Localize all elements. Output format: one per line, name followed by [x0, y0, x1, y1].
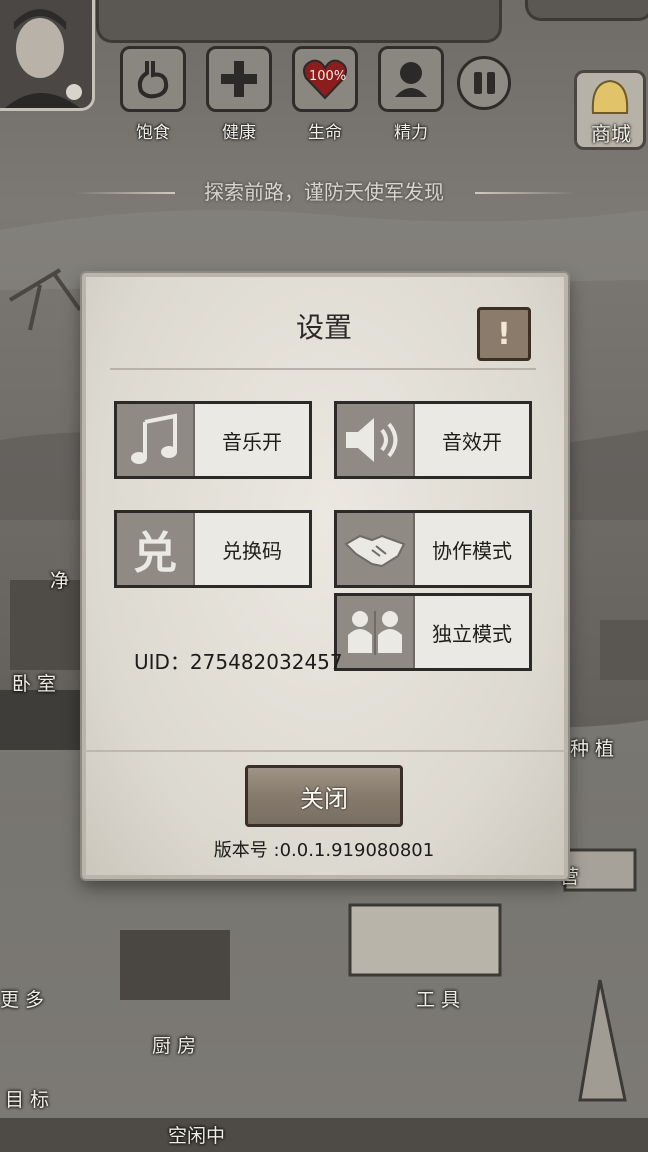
- survivor-portrait-icon: [0, 0, 92, 108]
- map-label-goals[interactable]: 目 标: [5, 1085, 49, 1112]
- top-resource-bar: [96, 0, 502, 43]
- settings-title: 设置: [295, 311, 352, 344]
- shop-label: 商城: [591, 122, 631, 146]
- music-toggle-button[interactable]: 音乐开: [114, 401, 312, 479]
- speaker-icon: [346, 418, 398, 462]
- hunger-label: 饱食: [136, 123, 170, 143]
- life-stat[interactable]: 100%: [292, 46, 358, 112]
- sound-toggle-label: 音效开: [442, 429, 502, 454]
- map-label-tools[interactable]: 工 具: [416, 985, 460, 1012]
- top-right-tab[interactable]: [525, 0, 648, 21]
- health-label: 健康: [222, 123, 256, 143]
- map-label-planting[interactable]: 种 植: [570, 734, 614, 761]
- map-label-idle: 空闲中: [168, 1125, 226, 1147]
- stomach-icon: [137, 61, 169, 99]
- energy-stat[interactable]: [378, 46, 444, 112]
- close-button[interactable]: 关闭: [245, 765, 403, 827]
- shell-icon: [591, 79, 629, 114]
- version-text: 版本号 :0.0.1.919080801: [213, 840, 435, 861]
- cross-icon: [221, 61, 257, 97]
- pause-button[interactable]: [457, 56, 511, 110]
- coop-mode-button[interactable]: 协作模式: [334, 510, 532, 588]
- map-label-purify[interactable]: 净: [50, 566, 69, 593]
- redeem-icon: 兑: [133, 528, 177, 579]
- player-portrait[interactable]: [0, 0, 95, 111]
- energy-label: 精力: [394, 123, 428, 143]
- hunger-stat[interactable]: [120, 46, 186, 112]
- person-icon: [395, 62, 427, 97]
- map-label-bedroom[interactable]: 卧 室: [12, 669, 56, 696]
- footer-divider: [82, 750, 568, 752]
- status-banner: 探索前路，谨防天使军发现: [204, 180, 444, 204]
- redeem-code-label: 兑换码: [222, 538, 282, 563]
- user-id-text: UID：275482032457: [134, 650, 343, 674]
- exclamation-icon: !: [497, 316, 511, 352]
- map-label-more[interactable]: 更 多: [0, 985, 44, 1012]
- music-toggle-label: 音乐开: [222, 429, 282, 454]
- life-value: 100%: [309, 69, 347, 84]
- info-button[interactable]: !: [477, 307, 531, 361]
- solo-mode-label: 独立模式: [432, 621, 512, 646]
- handshake-icon: [344, 534, 406, 568]
- solo-mode-button[interactable]: 独立模式: [334, 593, 532, 671]
- health-stat[interactable]: [206, 46, 272, 112]
- map-label-kitchen[interactable]: 厨 房: [152, 1031, 196, 1058]
- two-people-icon: [348, 611, 402, 655]
- music-note-icon: [131, 413, 177, 464]
- coop-mode-label: 协作模式: [432, 538, 512, 563]
- sound-toggle-button[interactable]: 音效开: [334, 401, 532, 479]
- title-divider: [110, 368, 536, 370]
- life-label: 生命: [308, 123, 342, 143]
- redeem-code-button[interactable]: 兑 兑换码: [114, 510, 312, 588]
